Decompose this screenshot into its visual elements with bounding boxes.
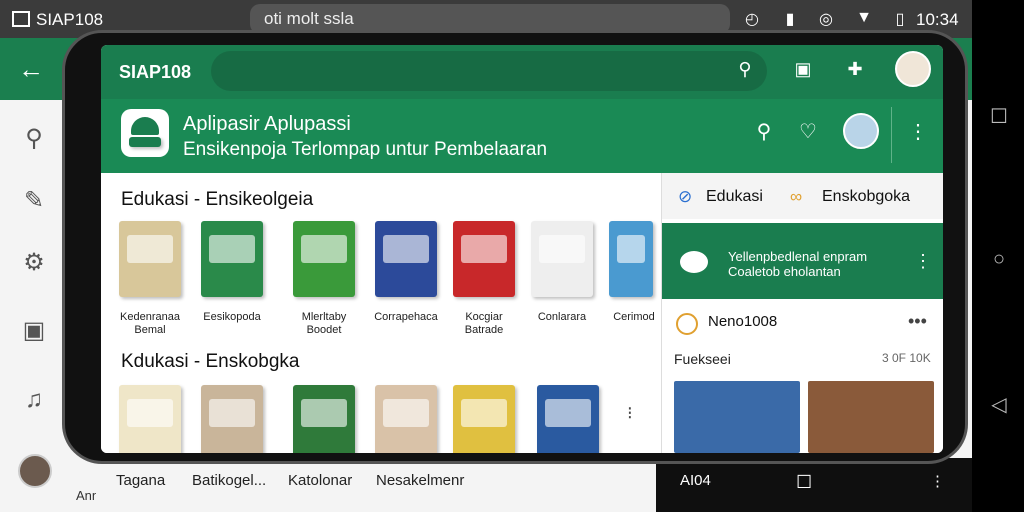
book-card[interactable] [531, 221, 593, 297]
side-panel: ⊘ Edukasi ∞ Enskobgoka Yellenpbedlenal e… [661, 173, 943, 453]
book-card[interactable] [119, 385, 181, 453]
side-tabs: ⊘ Edukasi ∞ Enskobgoka [662, 173, 943, 219]
phone-frame: SIAP108 ⚲ ▣ ✚ Aplipasir Aplupassi Ensike… [62, 30, 968, 464]
more-vert-icon[interactable]: ⋮ [914, 251, 932, 272]
book-card[interactable] [609, 221, 653, 297]
status-title: SIAP108 [36, 10, 104, 29]
book-caption: Corrapehaca [374, 311, 438, 323]
book-icon [129, 137, 161, 147]
book-caption: Eesikopoda [203, 311, 261, 323]
brush-icon[interactable]: ✎ [20, 186, 48, 214]
post-title: Neno1008 [708, 313, 778, 330]
clock: 10:34 [916, 10, 959, 29]
book-caption: Kocgiar Batrade [464, 311, 504, 336]
back-icon[interactable]: ◁ [989, 392, 1009, 416]
app-subtitle: Ensikenpoja Terlompap untur Pembelaaran [183, 139, 548, 160]
background-bottom-bar: AI04 ☐ ⋮ [656, 458, 972, 512]
main-content: Edukasi - Ensikeolgeia Kedenranaa Bemal … [101, 173, 661, 453]
gear-icon[interactable]: ⚙ [20, 248, 48, 276]
video-thumbnail[interactable] [674, 381, 800, 453]
post-icon [676, 313, 698, 335]
tab-batikogel[interactable]: Batikogel... [192, 472, 266, 489]
phone-search-bar[interactable] [211, 51, 767, 91]
search-icon[interactable]: ⚲ [733, 59, 757, 83]
more-vert-icon[interactable]: ⋮ [905, 119, 931, 145]
tab-tagana[interactable]: Tagana [116, 472, 165, 489]
avatar[interactable] [843, 113, 879, 149]
more-vert-icon[interactable]: ⋮ [930, 472, 945, 490]
back-arrow-icon[interactable]: ← [18, 54, 44, 85]
book-card[interactable] [375, 385, 437, 453]
book-caption: Kedenranaa Bemal [120, 311, 180, 336]
avatar[interactable] [18, 454, 52, 488]
more-icon[interactable]: ⁝ [627, 403, 633, 424]
avatar[interactable] [895, 51, 931, 87]
app-icon [12, 11, 30, 27]
video-thumbnail[interactable] [808, 381, 934, 453]
book-card[interactable] [453, 221, 515, 297]
sync-icon: ◎ [819, 11, 833, 28]
background-bottom-tabs: Tagana Batikogel... Katolonar Nesakelmen… [96, 458, 656, 512]
android-nav-bar: ☐ ○ ◁ [972, 0, 1024, 512]
book-card[interactable] [201, 385, 263, 453]
alarm-icon: ◴ [745, 11, 759, 28]
app-logo [121, 109, 169, 157]
book-card[interactable] [119, 221, 181, 297]
tab-nesakelmenr[interactable]: Nesakelmenr [376, 472, 464, 489]
puzzle-icon[interactable]: ✚ [843, 59, 867, 83]
book-card[interactable] [375, 221, 437, 297]
tab-edukasi[interactable]: Edukasi [706, 188, 763, 206]
book-card[interactable] [293, 221, 355, 297]
book-card[interactable] [537, 385, 599, 453]
banner-line-1: Yellenpbedlenal enpram [728, 249, 868, 264]
section-title: Kdukasi - Enskobgka [121, 351, 300, 372]
tab-katolonar[interactable]: Katolonar [288, 472, 352, 489]
promo-banner[interactable]: Yellenpbedlenal enpram Coaletob eholanta… [662, 223, 943, 299]
bottom-left-label: AI04 [680, 472, 711, 489]
download-icon[interactable]: ▣ [791, 59, 815, 83]
phone-app-title: SIAP108 [119, 62, 192, 82]
phone-screen: SIAP108 ⚲ ▣ ✚ Aplipasir Aplupassi Ensike… [101, 45, 943, 453]
compass-icon: ⊘ [678, 187, 693, 206]
leaf-icon [131, 117, 159, 135]
infinity-icon: ∞ [790, 187, 803, 206]
tab-enskobgoka[interactable]: Enskobgoka [822, 188, 910, 206]
phone-top-bar: SIAP108 ⚲ ▣ ✚ [101, 45, 943, 99]
banner-text: Yellenpbedlenal enpram Coaletob eholanta… [728, 249, 867, 279]
app-header: Aplipasir Aplupassi Ensikenpoja Terlompa… [101, 99, 943, 173]
heart-icon[interactable]: ♡ [795, 119, 821, 145]
overview-icon[interactable]: ☐ [796, 472, 812, 493]
section-title: Edukasi - Ensikeolgeia [121, 189, 314, 210]
post-category: Fuekseei [674, 351, 731, 367]
home-icon[interactable]: ○ [989, 248, 1009, 270]
battery-saver-icon: ▮ [785, 11, 795, 28]
banner-icon [680, 251, 708, 273]
search-icon[interactable]: ⚲ [20, 124, 48, 152]
book-caption: Conlarara [537, 311, 587, 323]
wifi-icon: ▼ [856, 9, 872, 26]
book-caption: Mlerltaby Boodet [301, 311, 347, 336]
music-icon[interactable]: ♫ [20, 386, 48, 414]
gallery-icon[interactable]: ▣ [20, 316, 48, 344]
banner-line-2: Coaletob eholantan [728, 264, 841, 279]
book-card[interactable] [453, 385, 515, 453]
divider [891, 107, 892, 163]
more-horiz-icon[interactable]: ••• [908, 311, 927, 332]
battery-icon: ▯ [895, 11, 905, 28]
book-card[interactable] [293, 385, 355, 453]
book-card[interactable] [201, 221, 263, 297]
post-meta: 3 0F 10K [882, 351, 931, 365]
app-title: Aplipasir Aplupassi [183, 113, 351, 135]
search-icon[interactable]: ⚲ [751, 119, 777, 145]
recents-icon[interactable]: ☐ [989, 104, 1009, 128]
